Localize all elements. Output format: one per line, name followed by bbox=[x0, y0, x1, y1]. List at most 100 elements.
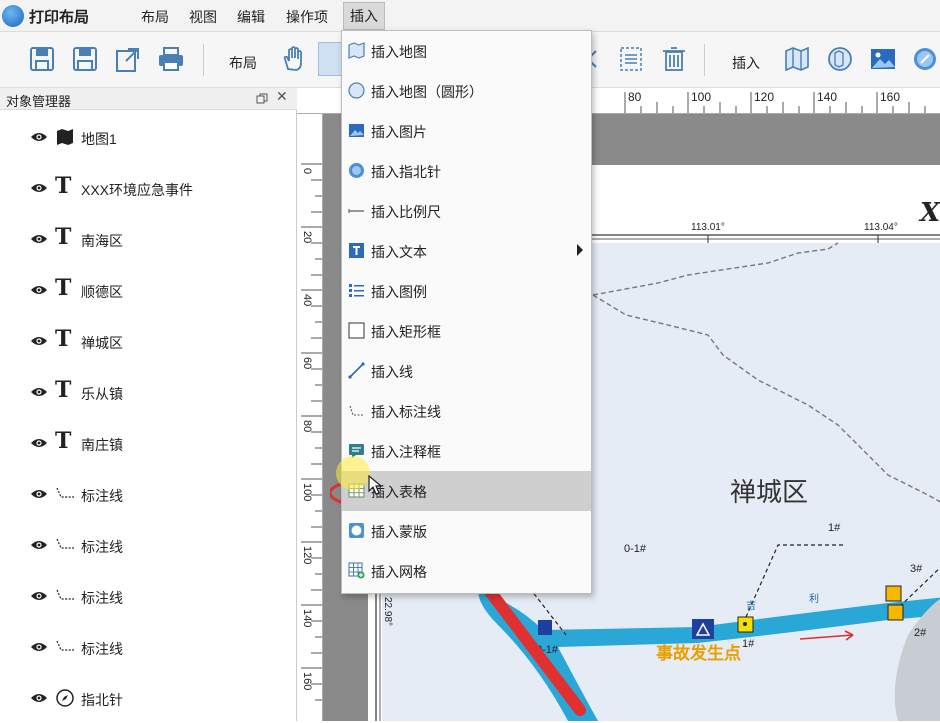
menu-edit[interactable]: 编辑 bbox=[237, 7, 265, 27]
menu-item-insert-scalebar[interactable]: 插入比例尺 bbox=[342, 191, 591, 231]
list-item[interactable]: T 南海区 bbox=[0, 214, 297, 264]
insert-dropdown-menu: 插入地图 插入地图（圆形） 插入图片 插入指北针 插入比例尺 插入文本 插入图例… bbox=[341, 30, 592, 594]
vertical-ruler: 0 20 40 60 80 100 120 140 160 bbox=[297, 114, 323, 721]
save-icon[interactable] bbox=[71, 45, 99, 73]
menu-operations[interactable]: 操作项 bbox=[286, 7, 328, 27]
ruler-label: 100 bbox=[301, 483, 313, 502]
eye-icon[interactable] bbox=[30, 437, 48, 449]
insert-map-icon[interactable] bbox=[783, 45, 811, 73]
legend-icon bbox=[349, 284, 364, 297]
callout-label: 0-1# bbox=[624, 543, 647, 555]
close-icon[interactable]: ✕ bbox=[276, 88, 288, 105]
list-item[interactable]: T XXX环境应急事件 bbox=[0, 163, 297, 213]
restore-icon[interactable] bbox=[256, 93, 268, 105]
open-icon[interactable] bbox=[28, 45, 56, 73]
menu-item-insert-image[interactable]: 插入图片 bbox=[342, 111, 591, 151]
text-icon: T bbox=[55, 224, 72, 250]
note-icon[interactable] bbox=[617, 45, 645, 73]
menu-item-label: 插入指北针 bbox=[371, 164, 441, 180]
eye-icon[interactable] bbox=[30, 488, 48, 500]
marker-label: 1# bbox=[742, 638, 755, 650]
menu-item-insert-callout-line[interactable]: 插入标注线 bbox=[342, 391, 591, 431]
menu-item-insert-line[interactable]: 插入线 bbox=[342, 351, 591, 391]
insert-image-icon[interactable] bbox=[869, 45, 897, 73]
eye-icon[interactable] bbox=[30, 539, 48, 551]
list-item[interactable]: T 乐从镇 bbox=[0, 367, 297, 417]
menu-insert[interactable]: 插入 bbox=[343, 2, 385, 30]
ruler-label: 100 bbox=[691, 90, 712, 104]
toolbar-layout-label: 布局 bbox=[229, 55, 257, 71]
menu-item-insert-compass[interactable]: 插入指北针 bbox=[342, 151, 591, 191]
menu-item-insert-legend[interactable]: 插入图例 bbox=[342, 271, 591, 311]
accident-point-label: 事故发生点 bbox=[656, 644, 741, 663]
eye-icon[interactable] bbox=[30, 641, 48, 653]
ruler-ticks bbox=[301, 163, 322, 701]
text-icon: T bbox=[55, 428, 72, 454]
callout-line-icon bbox=[56, 640, 74, 651]
eye-icon[interactable] bbox=[30, 233, 48, 245]
menu-item-insert-rectangle[interactable]: 插入矩形框 bbox=[342, 311, 591, 351]
menu-item-label: 插入地图（圆形） bbox=[371, 84, 483, 100]
menu-item-label: 插入文本 bbox=[371, 244, 427, 260]
menu-item-label: 插入比例尺 bbox=[371, 204, 441, 220]
list-item[interactable]: 指北针 bbox=[0, 673, 297, 723]
mouse-cursor-icon bbox=[368, 475, 383, 495]
eye-icon[interactable] bbox=[30, 692, 48, 704]
list-item-label: 指北针 bbox=[81, 692, 123, 708]
menu-item-insert-grid[interactable]: 插入网格 bbox=[342, 551, 591, 591]
menu-item-insert-annotation-box[interactable]: 插入注释框 bbox=[342, 431, 591, 471]
ruler-label: 40 bbox=[301, 294, 313, 307]
eye-icon[interactable] bbox=[30, 182, 48, 194]
text-icon: T bbox=[55, 377, 72, 403]
pan-hand-icon[interactable] bbox=[280, 45, 308, 73]
list-item-label: 地图1 bbox=[81, 131, 117, 147]
menu-view[interactable]: 视图 bbox=[189, 7, 217, 27]
ruler-label: 80 bbox=[301, 420, 313, 433]
eye-icon[interactable] bbox=[30, 284, 48, 296]
list-item-label: 标注线 bbox=[81, 641, 123, 657]
toolbar-insert-label: 插入 bbox=[732, 55, 760, 71]
image-icon bbox=[349, 124, 364, 137]
list-item[interactable]: T 禅城区 bbox=[0, 316, 297, 366]
list-item-label: 南海区 bbox=[81, 233, 123, 249]
callout-label: 1# bbox=[828, 522, 841, 534]
insert-compass-icon[interactable] bbox=[911, 45, 939, 73]
menu-item-label: 插入地图 bbox=[371, 44, 427, 60]
ruler-label: 20 bbox=[301, 231, 313, 244]
menu-item-insert-text[interactable]: 插入文本 bbox=[342, 231, 591, 271]
list-item-label: 标注线 bbox=[81, 488, 123, 504]
list-item[interactable]: 标注线 bbox=[0, 571, 297, 621]
ruler-label: 80 bbox=[628, 90, 642, 104]
text-icon: T bbox=[55, 275, 72, 301]
print-icon[interactable] bbox=[157, 45, 185, 73]
insert-round-map-icon[interactable] bbox=[826, 45, 854, 73]
district-label: 禅城区 bbox=[730, 477, 809, 507]
eye-icon[interactable] bbox=[30, 131, 48, 143]
app-title: 打印布局 bbox=[29, 9, 90, 26]
delete-icon[interactable] bbox=[660, 45, 688, 73]
list-item-label: 标注线 bbox=[81, 539, 123, 555]
menu-layout[interactable]: 布局 bbox=[141, 7, 169, 27]
eye-icon[interactable] bbox=[30, 335, 48, 347]
export-icon[interactable] bbox=[114, 45, 142, 73]
eye-icon[interactable] bbox=[30, 386, 48, 398]
list-item[interactable]: 标注线 bbox=[0, 469, 297, 519]
callout-line-icon bbox=[56, 487, 74, 498]
list-item[interactable]: 标注线 bbox=[0, 520, 297, 570]
list-item[interactable]: 标注线 bbox=[0, 622, 297, 672]
callout-line-icon bbox=[349, 405, 364, 416]
menu-item-insert-map[interactable]: 插入地图 bbox=[342, 31, 591, 71]
line-icon bbox=[348, 362, 365, 379]
menu-item-insert-mask[interactable]: 插入蒙版 bbox=[342, 511, 591, 551]
list-item[interactable]: 地图1 bbox=[0, 112, 297, 162]
list-item[interactable]: T 南庄镇 bbox=[0, 418, 297, 468]
ruler-label: 0 bbox=[301, 168, 313, 175]
list-item-label: 顺德区 bbox=[81, 284, 123, 300]
list-item-label: 标注线 bbox=[81, 590, 123, 606]
map-title: X bbox=[920, 198, 940, 228]
list-item[interactable]: T 顺德区 bbox=[0, 265, 297, 315]
eye-icon[interactable] bbox=[30, 590, 48, 602]
compass-icon bbox=[349, 163, 364, 178]
select-tool-button[interactable] bbox=[318, 42, 342, 76]
menu-item-insert-round-map[interactable]: 插入地图（圆形） bbox=[342, 71, 591, 111]
